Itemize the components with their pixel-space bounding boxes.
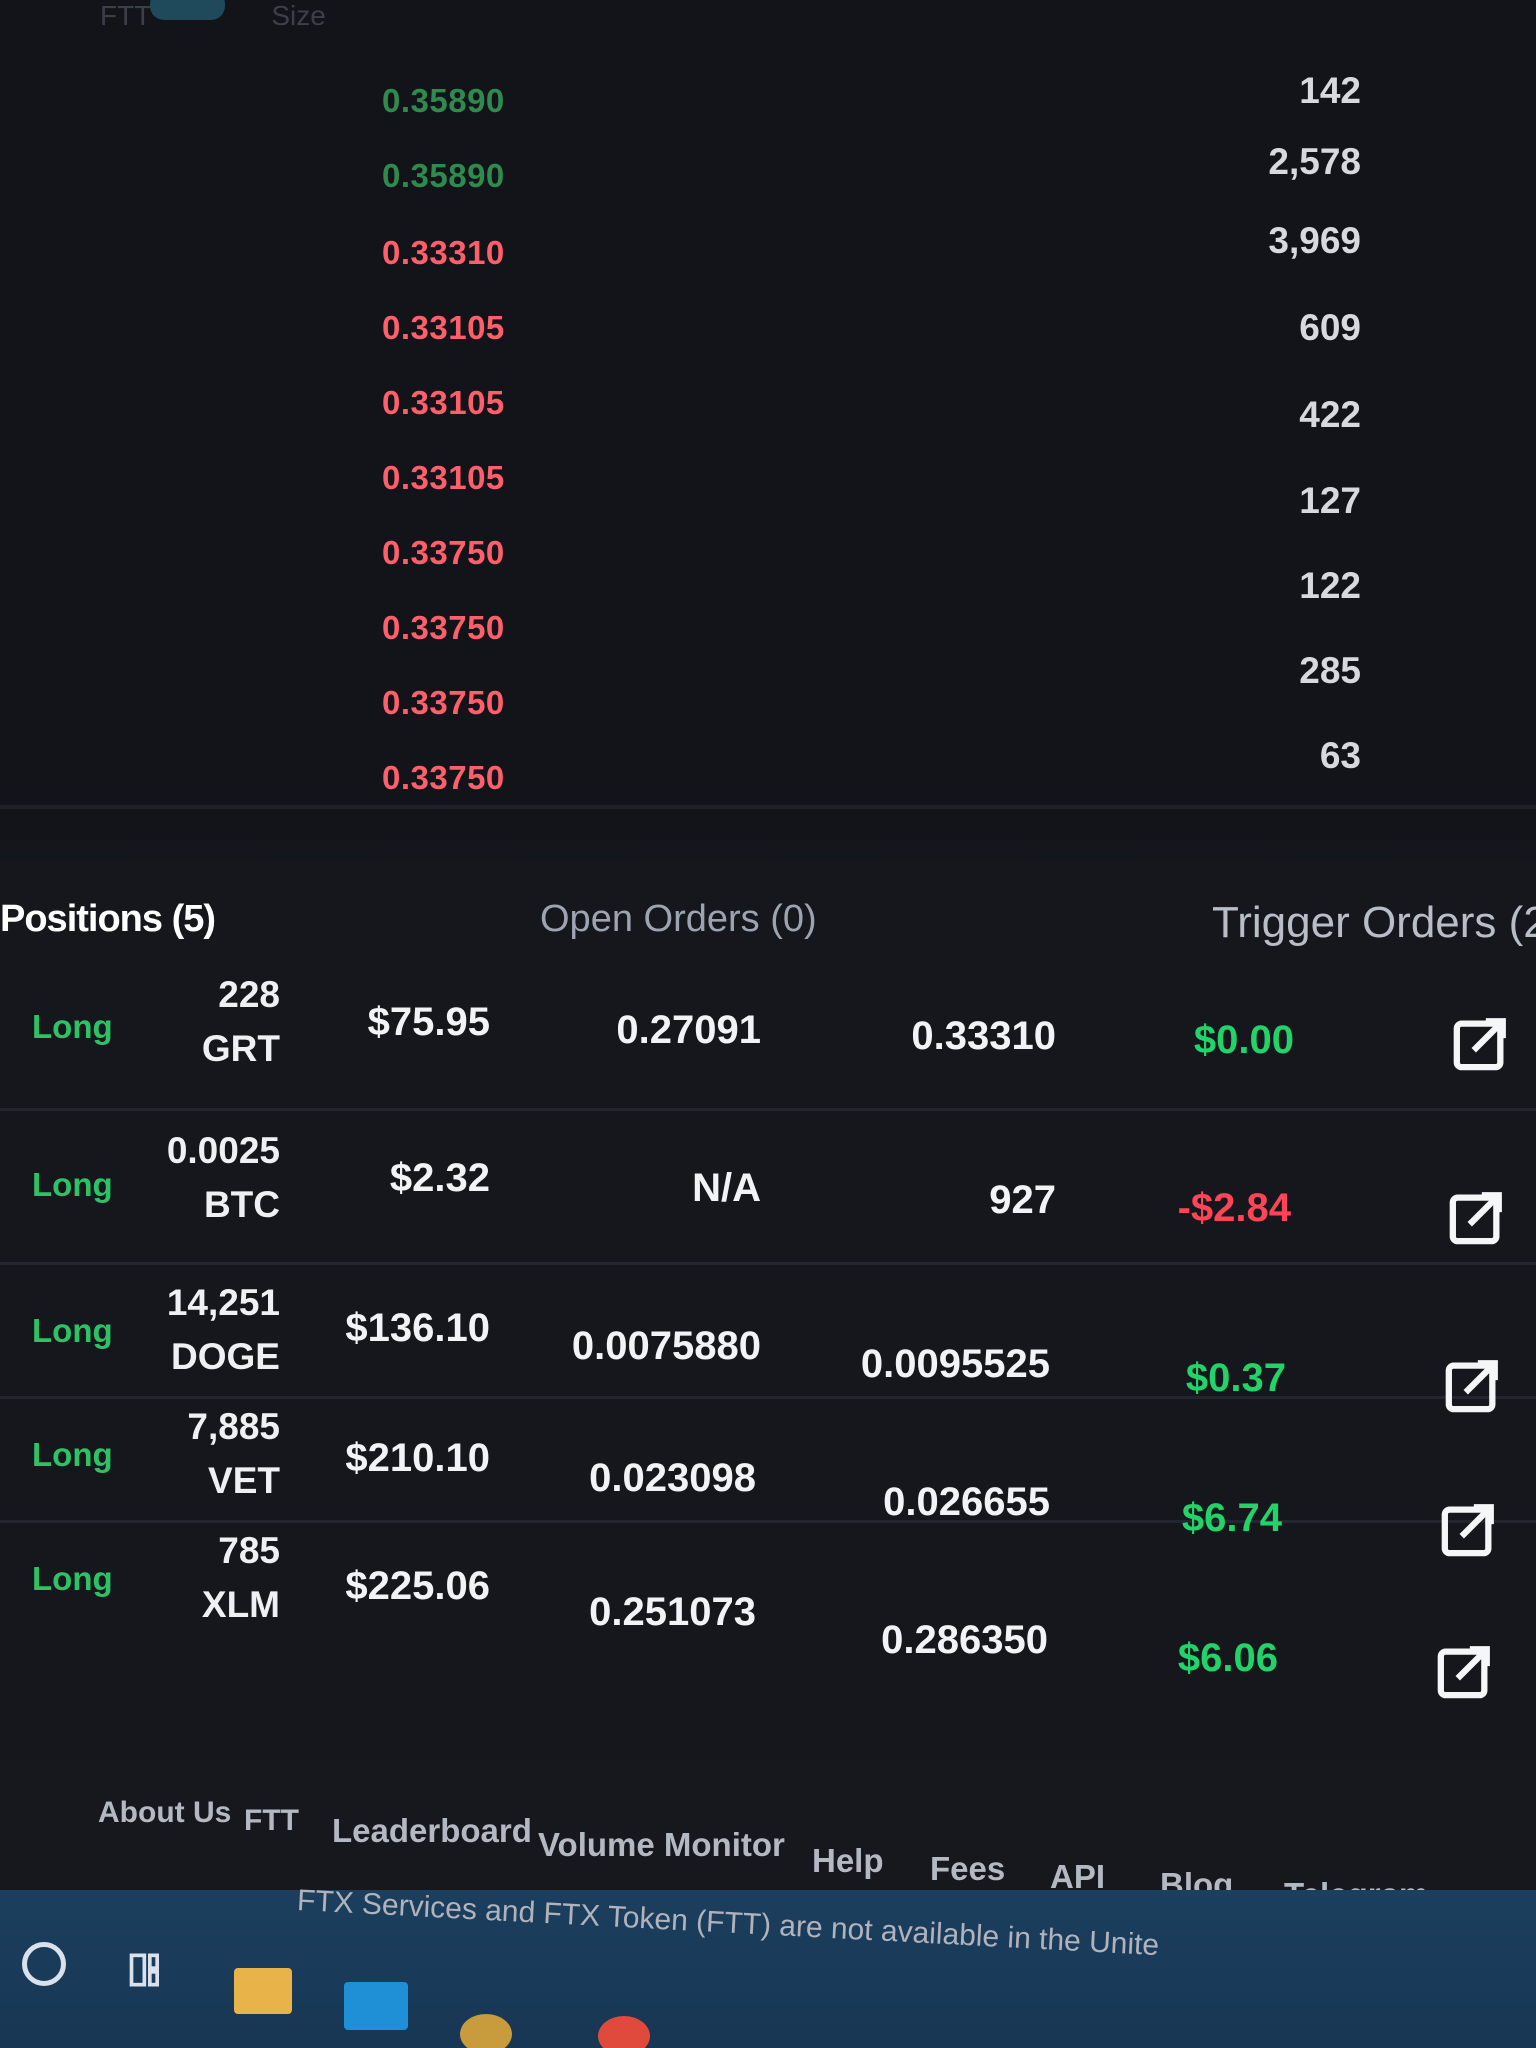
- position-mark-price: 0.286350: [881, 1618, 1048, 1662]
- external-link-icon[interactable]: [1448, 1188, 1506, 1246]
- position-value: $136.10: [345, 1306, 490, 1350]
- position-row: Long 0.0025 BTC $2.32 N/A 927 -$2.84: [0, 1122, 1536, 1265]
- trade-price: 0.33750: [382, 759, 505, 796]
- position-qty: 0.0025: [166, 1130, 280, 1171]
- position-entry-price: 0.0075880: [571, 1324, 761, 1368]
- position-mark-price: 927: [989, 1178, 1056, 1222]
- trade-size: 127: [1299, 480, 1361, 521]
- trade-price: 0.33105: [382, 459, 505, 496]
- word-icon[interactable]: [460, 2014, 512, 2048]
- trade-price: 0.33105: [382, 384, 505, 421]
- trade-history-panel: FTT Size 0.35890 142 0.35890 2,578 0.333…: [0, 0, 1536, 840]
- position-size: 7,885 VET: [100, 1400, 280, 1508]
- position-qty: 228: [218, 974, 280, 1015]
- trade-row: 0.33750 122: [0, 522, 1536, 606]
- trade-price: 0.33750: [382, 609, 505, 646]
- trade-row: 0.33750 63: [0, 672, 1536, 776]
- position-size: 14,251 DOGE: [100, 1276, 280, 1384]
- trade-price: 0.33750: [382, 684, 505, 721]
- tab-trigger-orders[interactable]: Trigger Orders (2: [1212, 898, 1536, 948]
- position-coin: GRT: [201, 1028, 280, 1069]
- footer-link-ftt[interactable]: FTT: [244, 1804, 299, 1838]
- trade-row: 0.35890 142: [0, 70, 1536, 140]
- trade-size: 3,969: [1268, 220, 1361, 261]
- trade-size: 609: [1299, 307, 1361, 348]
- file-explorer-icon[interactable]: [234, 1968, 292, 2014]
- trade-row: 0.33310 3,969: [0, 220, 1536, 292]
- position-qty: 14,251: [166, 1282, 280, 1323]
- positions-tabs: Positions (5) Open Orders (0) Trigger Or…: [0, 898, 1536, 968]
- tab-positions[interactable]: Positions (5): [0, 898, 216, 941]
- trade-price: 0.33105: [382, 309, 505, 346]
- position-row: Long 785 XLM $225.06 0.251073 0.286350 $…: [0, 1524, 1536, 1699]
- trade-row: 0.33105 609: [0, 297, 1536, 367]
- browser-icon[interactable]: [598, 2016, 650, 2048]
- external-link-icon[interactable]: [1452, 1014, 1510, 1072]
- position-coin: BTC: [203, 1184, 280, 1225]
- position-mark-price: 0.0095525: [860, 1342, 1050, 1386]
- trade-size: 422: [1299, 394, 1361, 435]
- position-row: Long 228 GRT $75.95 0.27091 0.33310 $0.0…: [0, 968, 1536, 1111]
- position-entry-price: N/A: [692, 1166, 761, 1210]
- position-size: 0.0025 BTC: [100, 1124, 280, 1232]
- footer-link-leaderboard[interactable]: Leaderboard: [332, 1812, 532, 1850]
- trade-price: 0.33750: [382, 534, 505, 571]
- trade-price: 0.35890: [382, 157, 505, 194]
- position-entry-price: 0.023098: [589, 1456, 756, 1500]
- trade-row: 0.35890 2,578: [0, 141, 1536, 215]
- external-link-icon[interactable]: [1436, 1642, 1494, 1700]
- search-icon[interactable]: [22, 1942, 66, 1986]
- position-coin: DOGE: [171, 1336, 280, 1377]
- trade-size: 142: [1299, 70, 1361, 111]
- position-row: Long 7,885 VET $210.10 0.023098 0.026655…: [0, 1400, 1536, 1557]
- position-entry-price: 0.251073: [589, 1590, 756, 1634]
- position-value: $210.10: [345, 1436, 490, 1480]
- trade-col-header-size: Size: [271, 0, 326, 31]
- position-size: 228 GRT: [100, 968, 280, 1076]
- position-size: 785 XLM: [100, 1524, 280, 1632]
- position-pnl: $6.06: [1177, 1636, 1278, 1680]
- trade-row: 0.33105 422: [0, 372, 1536, 442]
- trade-price: 0.35890: [382, 82, 505, 119]
- position-value: $75.95: [367, 1000, 490, 1044]
- position-coin: VET: [208, 1460, 280, 1501]
- trade-row: 0.33750 285: [0, 597, 1536, 691]
- trade-price: 0.33310: [382, 234, 505, 271]
- footer-link-help[interactable]: Help: [812, 1842, 884, 1880]
- footer: About Us FTT Leaderboard Volume Monitor …: [0, 1760, 1536, 1925]
- footer-link-volume-monitor[interactable]: Volume Monitor: [538, 1826, 785, 1864]
- positions-panel: Positions (5) Open Orders (0) Trigger Or…: [0, 860, 1536, 1760]
- position-coin: XLM: [201, 1584, 280, 1625]
- position-value: $225.06: [345, 1564, 490, 1608]
- trade-size: 2,578: [1268, 141, 1361, 182]
- position-pnl: $0.37: [1185, 1356, 1286, 1400]
- position-mark-price: 0.026655: [883, 1480, 1050, 1524]
- position-pnl: $0.00: [1193, 1018, 1294, 1062]
- trade-col-header-market: FTT: [100, 0, 152, 31]
- footer-link-about[interactable]: About Us: [98, 1796, 231, 1830]
- position-entry-price: 0.27091: [616, 1008, 761, 1052]
- panel-divider: [0, 805, 1536, 809]
- task-view-icon[interactable]: [126, 1948, 182, 2004]
- taskbar: FTX Services and FTX Token (FTT) are not…: [0, 1884, 1536, 2048]
- footer-link-fees[interactable]: Fees: [930, 1850, 1005, 1888]
- position-row: Long 14,251 DOGE $136.10 0.0075880 0.009…: [0, 1276, 1536, 1413]
- trade-row: 0.33105 127: [0, 447, 1536, 521]
- position-value: $2.32: [389, 1156, 490, 1200]
- footer-disclaimer: FTX Services and FTX Token (FTT) are not…: [296, 1884, 1160, 1963]
- mail-icon[interactable]: [344, 1982, 408, 2030]
- position-pnl: -$2.84: [1177, 1186, 1291, 1230]
- position-qty: 7,885: [187, 1406, 280, 1447]
- tab-open-orders[interactable]: Open Orders (0): [540, 898, 817, 941]
- position-qty: 785: [218, 1530, 280, 1571]
- trade-history-header: FTT Size: [100, 0, 326, 50]
- screen: FTT Size 0.35890 142 0.35890 2,578 0.333…: [0, 0, 1536, 2048]
- position-mark-price: 0.33310: [911, 1014, 1056, 1058]
